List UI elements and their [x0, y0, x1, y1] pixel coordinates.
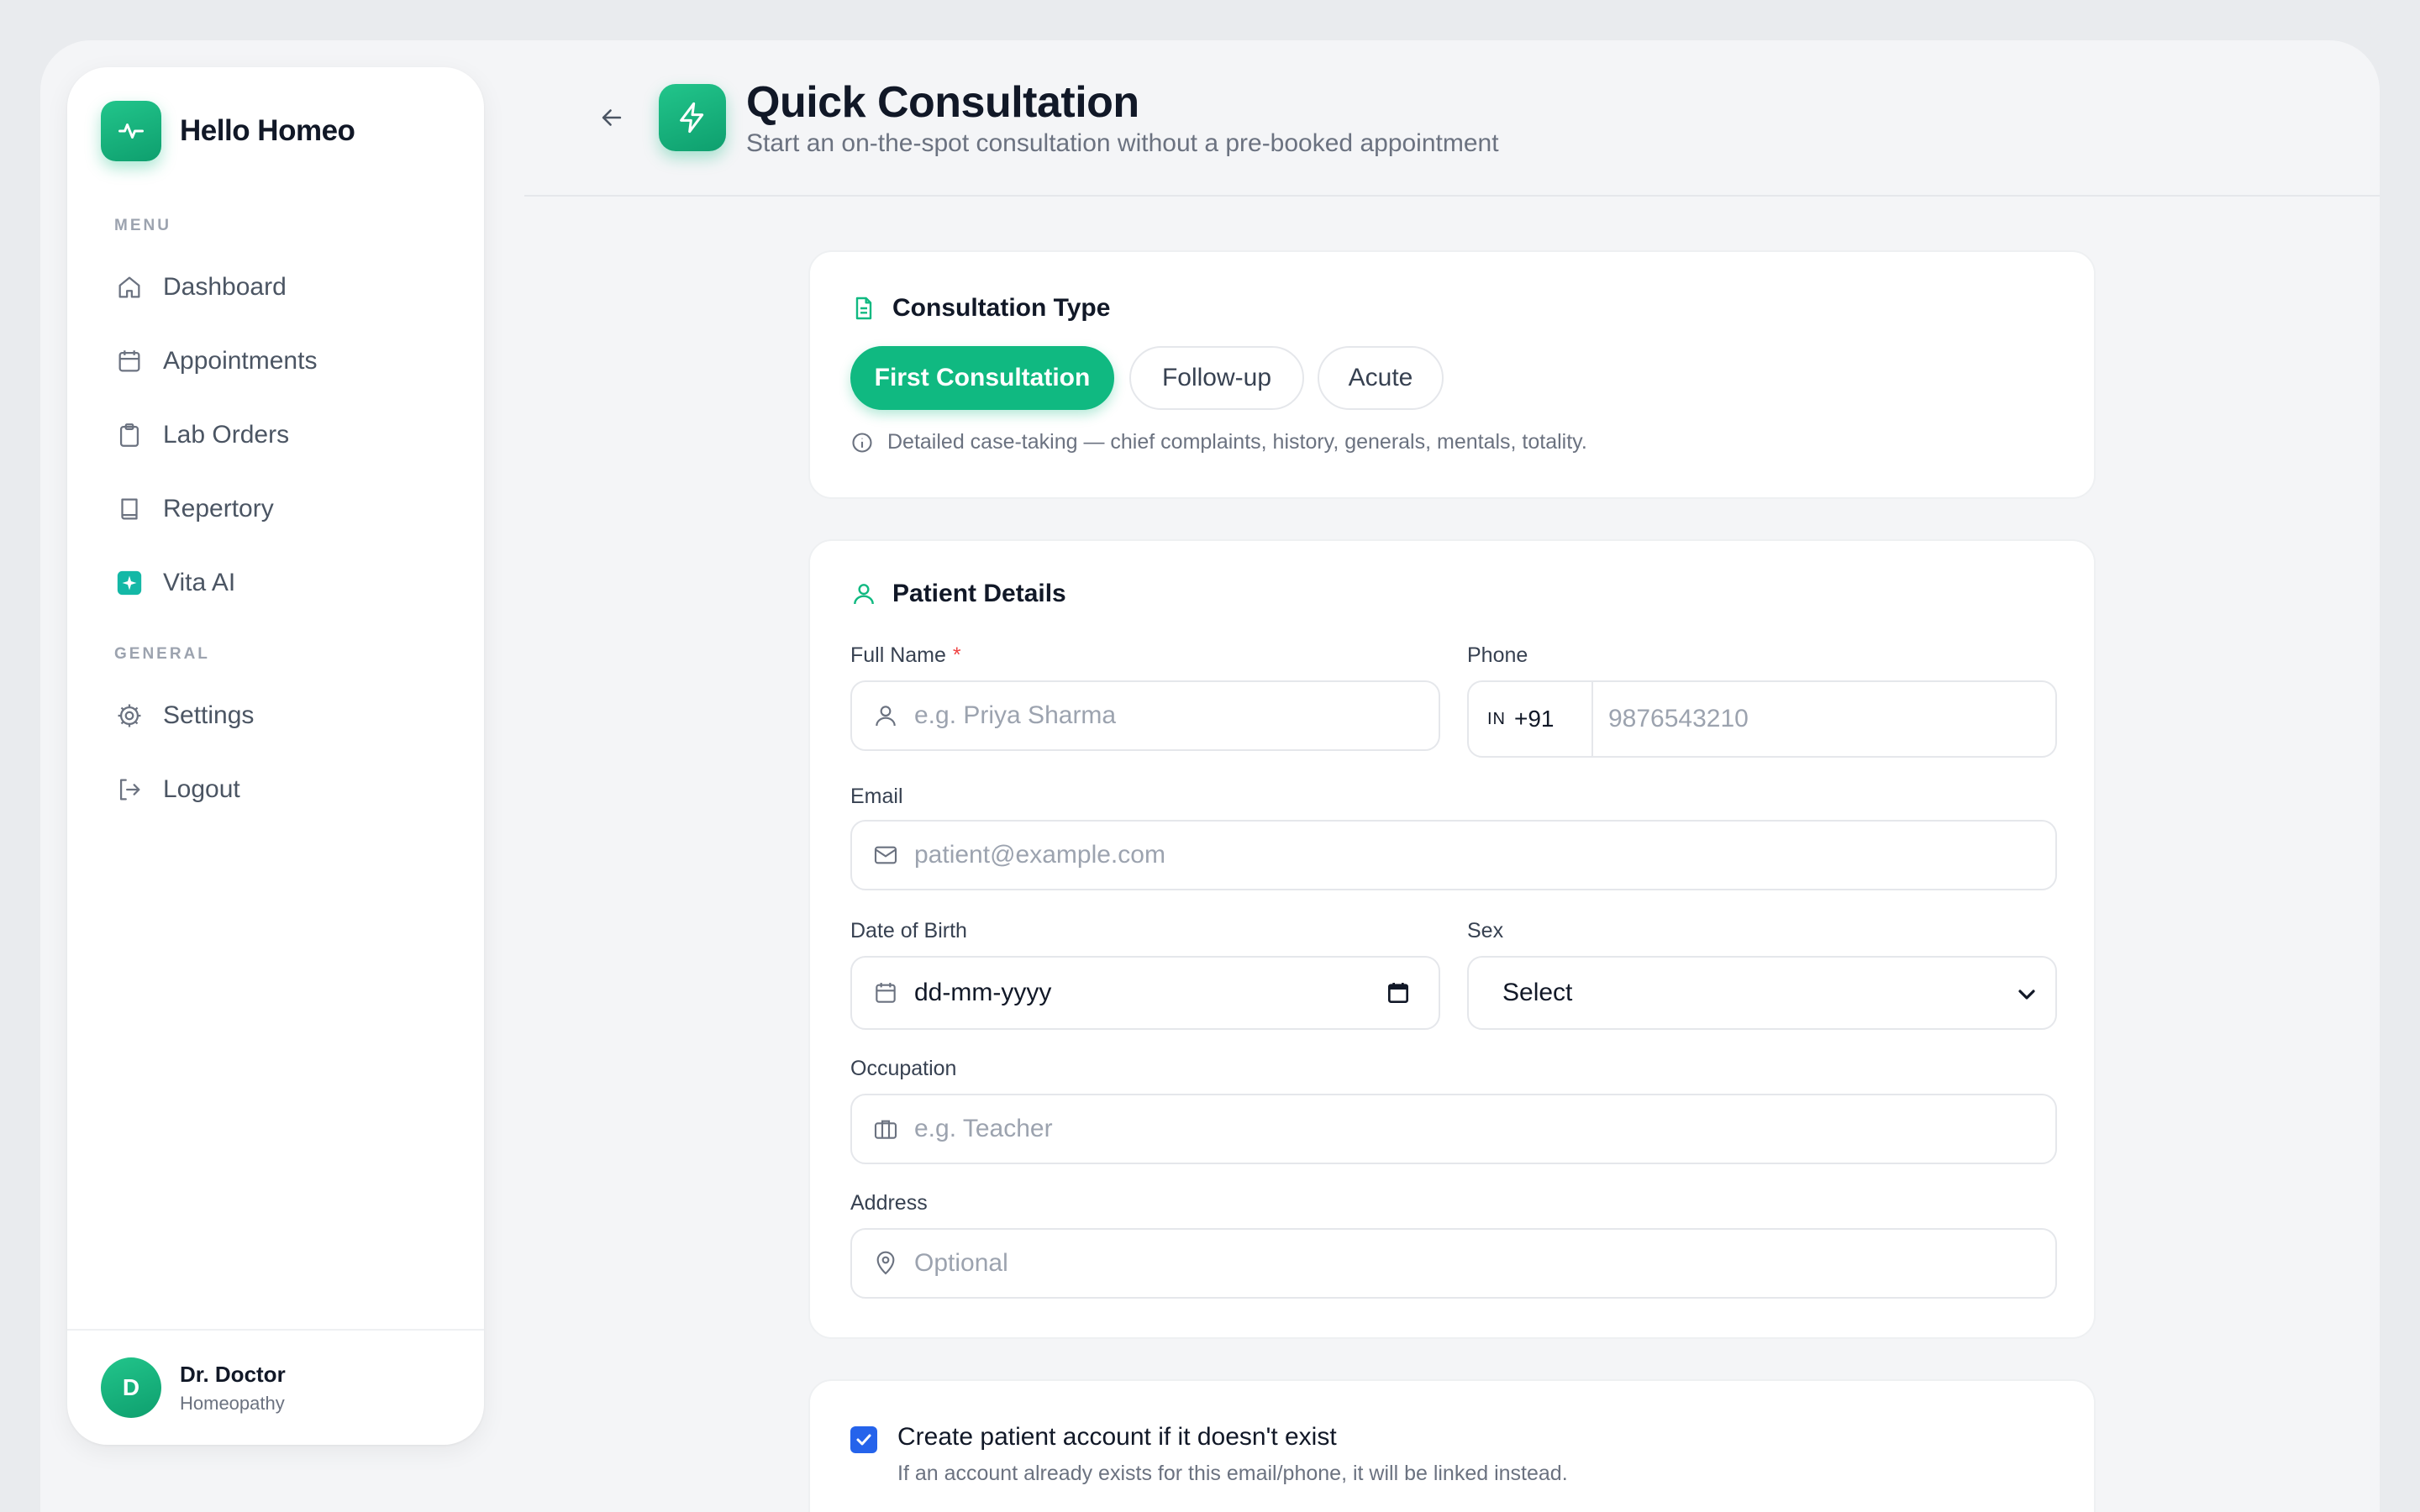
sparkle-icon: [114, 568, 145, 598]
page-header: Quick Consultation Start an on-the-spot …: [524, 67, 2380, 197]
dob-input[interactable]: dd-mm-yyyy: [850, 956, 1440, 1030]
sidebar-item-label: Logout: [163, 775, 240, 803]
sidebar-item-vita-ai[interactable]: Vita AI: [114, 563, 235, 603]
sidebar-item-label: Vita AI: [163, 569, 236, 596]
page-subtitle: Start an on-the-spot consultation withou…: [746, 129, 1499, 157]
brand-name: Hello Homeo: [180, 114, 355, 147]
required-mark: *: [952, 643, 961, 667]
patient-details-card: Patient Details Full Name * e.g. Priya Sh…: [808, 539, 2096, 1339]
menu-section-label: MENU: [114, 217, 171, 234]
user-name: Dr. Doctor: [180, 1361, 286, 1387]
hint-text: Detailed case-taking — chief complaints,…: [887, 430, 1587, 454]
occupation-label: Occupation: [850, 1057, 957, 1080]
create-account-checkbox[interactable]: [850, 1426, 877, 1453]
sidebar-item-label: Appointments: [163, 347, 318, 375]
placeholder: e.g. Teacher: [914, 1115, 1053, 1142]
patient-details-title: Patient Details: [850, 580, 1066, 608]
check-icon: [856, 1434, 871, 1446]
placeholder: patient@example.com: [914, 841, 1165, 869]
phone-label: Phone: [1467, 643, 1528, 667]
clipboard-icon: [114, 420, 145, 450]
chip-acute[interactable]: Acute: [1318, 346, 1444, 410]
date-value: dd-mm-yyyy: [914, 979, 1052, 1006]
card-title-text: Consultation Type: [892, 294, 1111, 322]
logout-icon: [114, 774, 145, 805]
avatar: D: [101, 1357, 161, 1418]
sidebar: Hello Homeo MENU Dashboard Appointments …: [67, 67, 484, 1445]
back-button[interactable]: [592, 97, 632, 138]
brand[interactable]: Hello Homeo: [101, 101, 355, 161]
sidebar-item-label: Lab Orders: [163, 421, 290, 449]
email-input[interactable]: patient@example.com: [850, 820, 2057, 890]
briefcase-icon: [874, 1120, 897, 1139]
calendar-icon: [876, 983, 896, 1003]
occupation-input[interactable]: e.g. Teacher: [850, 1094, 2057, 1164]
full-name-input[interactable]: e.g. Priya Sharma: [850, 680, 1440, 751]
user-icon: [876, 706, 896, 727]
dob-label: Date of Birth: [850, 919, 967, 942]
document-icon: [855, 297, 872, 320]
consultation-type-title: Consultation Type: [850, 294, 1110, 323]
full-name-label: Full Name *: [850, 643, 961, 668]
country-code-select[interactable]: IN +91: [1469, 682, 1593, 756]
sidebar-item-settings[interactable]: Settings: [114, 696, 254, 736]
calendar-icon: [114, 346, 145, 376]
sidebar-item-label: Dashboard: [163, 273, 287, 301]
email-label: Email: [850, 785, 903, 808]
country-code: IN: [1487, 709, 1506, 728]
chevron-down-icon: [2018, 990, 2035, 1000]
address-input[interactable]: Optional: [850, 1228, 2057, 1299]
general-section-label: GENERAL: [114, 645, 210, 663]
lightning-icon: [659, 84, 726, 151]
placeholder: e.g. Priya Sharma: [914, 701, 1117, 729]
phone-input[interactable]: IN +91 9876543210: [1467, 680, 2057, 758]
account-card: Create patient account if it doesn't exi…: [808, 1379, 2096, 1512]
page-title: Quick Consultation: [746, 78, 1139, 127]
user-profile[interactable]: D Dr. Doctor Homeopathy: [67, 1329, 484, 1445]
chip-first-consultation[interactable]: First Consultation: [850, 346, 1114, 410]
placeholder: 9876543210: [1608, 705, 1749, 732]
home-icon: [114, 272, 145, 302]
select-value: Select: [1502, 979, 1573, 1006]
sidebar-item-repertory[interactable]: Repertory: [114, 489, 274, 529]
mail-icon: [874, 846, 897, 864]
create-account-hint: If an account already exists for this em…: [897, 1462, 1568, 1485]
sidebar-item-appointments[interactable]: Appointments: [114, 341, 317, 381]
date-picker-icon[interactable]: [1385, 979, 1412, 1006]
label-text: Full Name: [850, 643, 946, 667]
user-role: Homeopathy: [180, 1392, 285, 1414]
address-label: Address: [850, 1191, 928, 1215]
sidebar-item-logout[interactable]: Logout: [114, 769, 240, 810]
sex-select[interactable]: Select: [1467, 956, 2057, 1030]
book-icon: [114, 494, 145, 524]
dial-code: +91: [1514, 706, 1555, 732]
sidebar-item-lab-orders[interactable]: Lab Orders: [114, 415, 289, 455]
sidebar-item-label: Repertory: [163, 495, 274, 522]
consultation-hint: Detailed case-taking — chief complaints,…: [850, 430, 1587, 454]
card-title-text: Patient Details: [892, 580, 1066, 607]
map-pin-icon: [876, 1251, 895, 1275]
sidebar-item-label: Settings: [163, 701, 255, 729]
consultation-type-card: Consultation Type First Consultation Fol…: [808, 250, 2096, 499]
sidebar-item-dashboard[interactable]: Dashboard: [114, 267, 287, 307]
chip-follow-up[interactable]: Follow-up: [1129, 346, 1304, 410]
sex-label: Sex: [1467, 919, 1504, 942]
pulse-icon: [101, 101, 161, 161]
placeholder: Optional: [914, 1249, 1008, 1277]
user-icon: [854, 584, 874, 605]
info-icon: [852, 432, 872, 453]
create-account-label[interactable]: Create patient account if it doesn't exi…: [897, 1423, 1337, 1452]
gear-icon: [114, 701, 145, 731]
arrow-left-icon: [602, 109, 622, 126]
